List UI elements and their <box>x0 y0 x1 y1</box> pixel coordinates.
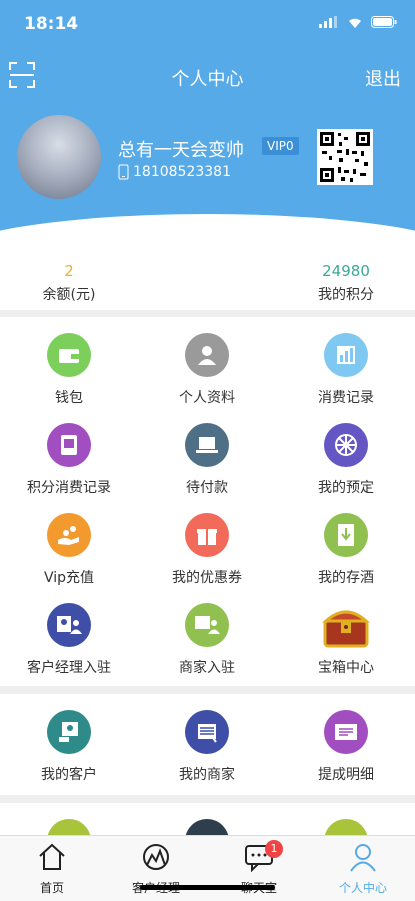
grid-item-coupons[interactable]: 我的优惠券 <box>138 513 276 587</box>
more-grid <box>0 803 415 835</box>
page-title: 个人中心 <box>171 69 244 90</box>
status-icons <box>319 16 397 28</box>
phone-icon <box>118 164 129 180</box>
phone-text: 18108523381 <box>133 164 231 180</box>
grid-item-merchant-join[interactable]: 商家入驻 <box>138 603 276 677</box>
points-label: 我的积分 <box>318 287 374 303</box>
laptop-icon <box>185 423 229 467</box>
grid-item-label: Vip充值 <box>43 570 95 586</box>
grid-item-label: 宝箱中心 <box>318 660 374 676</box>
grid-item-label: 个人资料 <box>179 390 235 406</box>
grid-item-label: 我的优惠券 <box>172 570 242 586</box>
vip-badge: VIP0 <box>262 137 299 155</box>
grid-item-treasure[interactable]: 宝箱中心 <box>277 603 415 677</box>
qr-code-icon[interactable] <box>317 129 373 185</box>
merchant-icon <box>185 603 229 647</box>
treasure-chest-icon <box>322 610 370 648</box>
points-stat[interactable]: 24980 我的积分 <box>286 262 406 304</box>
header-curve <box>0 214 415 250</box>
status-bar: 18:14 <box>0 0 415 50</box>
manager-tab-icon <box>143 844 169 870</box>
balance-stat[interactable]: 2 余额(元) <box>9 262 129 304</box>
balance-value: 2 <box>64 262 74 280</box>
home-icon <box>39 843 65 870</box>
download-icon <box>324 513 368 557</box>
grid-item-label: 我的预定 <box>318 480 374 496</box>
grid-item-label: 我的客户 <box>41 767 97 783</box>
tablet-icon <box>47 423 91 467</box>
logout-button[interactable]: 退出 <box>365 65 401 91</box>
wallet-icon <box>47 333 91 377</box>
grid-item-wallet[interactable]: 钱包 <box>0 333 138 407</box>
tab-profile-label: 个人中心 <box>338 881 387 895</box>
grid-item-label: 我的商家 <box>179 767 235 783</box>
chat-badge: 1 <box>265 840 283 858</box>
coins-icon <box>47 513 91 557</box>
grid-item-label: 提成明细 <box>318 767 374 783</box>
grid-item-reservation[interactable]: 我的预定 <box>277 423 415 497</box>
phone-number: 18108523381 <box>118 164 231 180</box>
tab-home[interactable]: 首页 <box>0 842 104 896</box>
card-icon <box>324 710 368 754</box>
grid-item-label: 积分消费记录 <box>27 480 111 496</box>
profile-icon <box>185 333 229 377</box>
grid-item-profile[interactable]: 个人资料 <box>138 333 276 407</box>
manager-icon <box>47 603 91 647</box>
grid-item-vip-recharge[interactable]: Vip充值 <box>0 513 138 587</box>
grid-item-label: 消费记录 <box>318 390 374 406</box>
store-icon <box>185 710 229 754</box>
user-name: 总有一天会变帅 <box>118 140 244 161</box>
chart-icon <box>324 333 368 377</box>
customer-icon <box>47 710 91 754</box>
avatar[interactable] <box>17 115 101 199</box>
grid-item-pending-payment[interactable]: 待付款 <box>138 423 276 497</box>
top-bar: 个人中心 退出 <box>0 55 415 100</box>
grid-item-label: 我的存酒 <box>318 570 374 586</box>
tab-profile[interactable]: 个人中心 <box>311 842 415 896</box>
gift-icon <box>185 513 229 557</box>
grid-item-label: 钱包 <box>55 390 83 406</box>
home-indicator <box>140 885 275 890</box>
tab-bar: 首页 客户经理 聊天室 1 个人中心 <box>0 835 415 901</box>
wheel-icon <box>324 423 368 467</box>
points-value: 24980 <box>322 262 370 280</box>
stats-panel: 2 余额(元) 24980 我的积分 <box>0 250 415 310</box>
balance-label: 余额(元) <box>42 287 96 303</box>
status-time: 18:14 <box>24 14 79 34</box>
more-icon-2[interactable] <box>324 819 368 835</box>
function-grid: 钱包 个人资料 消费记录 积分消费记录 待付款 我的预定 Vip充值 我的优惠券… <box>0 317 415 686</box>
info-icon[interactable] <box>47 819 91 835</box>
grid-item-my-merchants[interactable]: 我的商家 <box>138 710 276 784</box>
grid-item-label: 待付款 <box>186 480 228 496</box>
manager-grid: 我的客户 我的商家 提成明细 <box>0 694 415 795</box>
tab-home-label: 首页 <box>39 881 64 895</box>
grid-item-stored-wine[interactable]: 我的存酒 <box>277 513 415 587</box>
more-icon[interactable] <box>185 819 229 835</box>
grid-item-manager-join[interactable]: 客户经理入驻 <box>0 603 138 677</box>
grid-item-commission[interactable]: 提成明细 <box>277 710 415 784</box>
grid-item-label: 商家入驻 <box>179 660 235 676</box>
grid-item-consumption[interactable]: 消费记录 <box>277 333 415 407</box>
grid-item-points-record[interactable]: 积分消费记录 <box>0 423 138 497</box>
grid-item-label: 客户经理入驻 <box>27 660 111 676</box>
signal-icon <box>319 16 337 28</box>
wifi-icon <box>349 18 361 28</box>
person-icon <box>350 844 376 872</box>
grid-item-my-customers[interactable]: 我的客户 <box>0 710 138 784</box>
battery-icon <box>371 16 397 28</box>
